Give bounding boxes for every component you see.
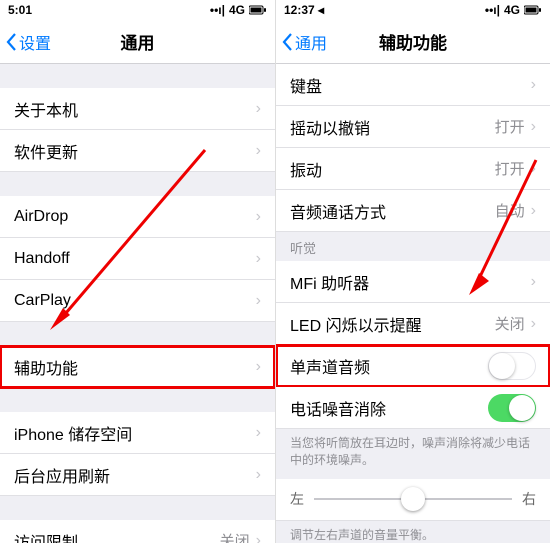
row-value: 打开 bbox=[495, 116, 525, 137]
row-shake-undo[interactable]: 摇动以撤销打开 › bbox=[276, 106, 550, 148]
row-noise-cancel[interactable]: 电话噪音消除 bbox=[276, 387, 550, 429]
row-value: 打开 bbox=[495, 158, 525, 179]
row-label: CarPlay bbox=[14, 292, 256, 310]
row-label: 辅助功能 bbox=[14, 355, 256, 379]
mono-audio-toggle[interactable] bbox=[488, 352, 536, 380]
back-button[interactable]: 设置 bbox=[0, 30, 51, 54]
row-vibration[interactable]: 振动打开 › bbox=[276, 148, 550, 190]
row-handoff[interactable]: Handoff› bbox=[0, 238, 275, 280]
row-label: 电话噪音消除 bbox=[290, 396, 488, 420]
nav-bar: 通用 辅助功能 bbox=[276, 20, 550, 64]
row-keyboard[interactable]: 键盘› bbox=[276, 64, 550, 106]
noise-cancel-toggle[interactable] bbox=[488, 394, 536, 422]
row-value: 关闭 bbox=[495, 313, 525, 334]
chevron-right-icon: › bbox=[256, 466, 261, 484]
chevron-right-icon: › bbox=[256, 142, 261, 160]
row-label: 振动 bbox=[290, 157, 495, 181]
row-mfi-hearing[interactable]: MFi 助听器› bbox=[276, 261, 550, 303]
back-label: 设置 bbox=[19, 30, 51, 54]
accessibility-screen: 12:37 ◂ ••ı|4G 通用 辅助功能 键盘› 摇动以撤销打开› 振动打开… bbox=[275, 0, 550, 543]
balance-slider[interactable] bbox=[314, 498, 512, 500]
balance-right-label: 右 bbox=[522, 489, 536, 509]
row-storage[interactable]: iPhone 储存空间› bbox=[0, 412, 275, 454]
row-label: 单声道音频 bbox=[290, 354, 488, 378]
back-button[interactable]: 通用 bbox=[276, 30, 327, 54]
row-label: 访问限制 bbox=[14, 529, 220, 543]
row-label: MFi 助听器 bbox=[290, 270, 531, 294]
chevron-right-icon: › bbox=[531, 315, 536, 333]
status-bar: 5:01 ••ı|4G bbox=[0, 0, 275, 20]
chevron-right-icon: › bbox=[531, 273, 536, 291]
row-carplay[interactable]: CarPlay› bbox=[0, 280, 275, 322]
row-led-flash[interactable]: LED 闪烁以示提醒关闭 › bbox=[276, 303, 550, 345]
row-label: LED 闪烁以示提醒 bbox=[290, 312, 495, 336]
chevron-right-icon: › bbox=[256, 424, 261, 442]
settings-general-screen: 5:01 ••ı|4G 设置 通用 关于本机› 软件更新› AirDrop› H… bbox=[0, 0, 275, 543]
status-bar: 12:37 ◂ ••ı|4G bbox=[276, 0, 550, 20]
row-label: 后台应用刷新 bbox=[14, 463, 256, 487]
row-label: Handoff bbox=[14, 250, 256, 268]
row-restrictions[interactable]: 访问限制关闭 › bbox=[0, 520, 275, 543]
row-label: AirDrop bbox=[14, 208, 256, 226]
chevron-right-icon: › bbox=[256, 292, 261, 310]
balance-left-label: 左 bbox=[290, 489, 304, 509]
row-value: 关闭 bbox=[220, 530, 250, 543]
row-label: iPhone 储存空间 bbox=[14, 421, 256, 445]
row-accessibility[interactable]: 辅助功能› bbox=[0, 346, 275, 388]
row-airdrop[interactable]: AirDrop› bbox=[0, 196, 275, 238]
row-label: 键盘 bbox=[290, 73, 531, 97]
row-software-update[interactable]: 软件更新› bbox=[0, 130, 275, 172]
status-signal: ••ı|4G bbox=[485, 3, 542, 17]
row-about[interactable]: 关于本机› bbox=[0, 88, 275, 130]
row-label: 摇动以撤销 bbox=[290, 115, 495, 139]
chevron-right-icon: › bbox=[256, 532, 261, 543]
chevron-right-icon: › bbox=[531, 118, 536, 136]
row-label: 音频通话方式 bbox=[290, 199, 495, 223]
status-time: 5:01 bbox=[8, 3, 32, 17]
status-time: 12:37 ◂ bbox=[284, 3, 324, 17]
row-background-refresh[interactable]: 后台应用刷新› bbox=[0, 454, 275, 496]
chevron-right-icon: › bbox=[256, 250, 261, 268]
nav-bar: 设置 通用 bbox=[0, 20, 275, 64]
row-mono-audio[interactable]: 单声道音频 bbox=[276, 345, 550, 387]
noise-cancel-note: 当您将听筒放在耳边时，噪声消除将减少电话中的环境噪声。 bbox=[276, 429, 550, 479]
status-signal: ••ı|4G bbox=[210, 3, 267, 17]
section-header-hearing: 听觉 bbox=[276, 232, 550, 261]
back-label: 通用 bbox=[295, 30, 327, 54]
row-value: 自动 bbox=[495, 200, 525, 221]
balance-note: 调节左右声道的音量平衡。 bbox=[276, 521, 550, 543]
row-balance-slider: 左 右 bbox=[276, 479, 550, 521]
chevron-right-icon: › bbox=[531, 76, 536, 94]
chevron-right-icon: › bbox=[256, 358, 261, 376]
chevron-right-icon: › bbox=[531, 160, 536, 178]
chevron-right-icon: › bbox=[256, 208, 261, 226]
chevron-right-icon: › bbox=[256, 100, 261, 118]
row-label: 软件更新 bbox=[14, 139, 256, 163]
row-call-audio-routing[interactable]: 音频通话方式自动 › bbox=[276, 190, 550, 232]
row-label: 关于本机 bbox=[14, 97, 256, 121]
chevron-right-icon: › bbox=[531, 202, 536, 220]
